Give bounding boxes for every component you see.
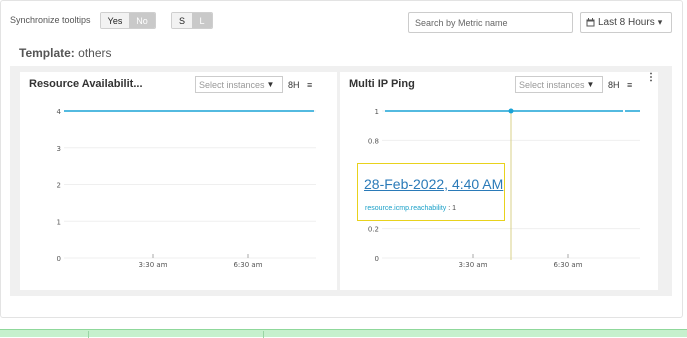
metric-search-input[interactable] <box>408 12 573 33</box>
tooltip-metric-name: resource.icmp.reachability <box>365 205 447 212</box>
size-toggle[interactable]: S L <box>171 12 213 29</box>
calendar-icon <box>586 18 595 27</box>
hover-point <box>508 108 514 114</box>
x-tick-label: 6:30 am <box>553 261 582 269</box>
x-tick-label: 3:30 am <box>138 261 167 269</box>
tooltip-metric: resource.icmp.reachability : 1 <box>365 205 456 212</box>
time-range-label: Last 8 Hours <box>598 17 655 28</box>
tooltip-date: 28-Feb-2022, 4:40 AM <box>364 176 504 192</box>
y-tick-label: 1 <box>375 108 379 116</box>
y-tick-label: 0 <box>375 255 379 263</box>
panel-resource-availability: Resource Availabilit... Select instances… <box>20 72 337 290</box>
y-tick-label: 3 <box>57 145 61 153</box>
template-title: Template: others <box>19 46 112 60</box>
sync-tooltips-label: Synchronize tooltips <box>10 15 91 25</box>
x-tick-label: 3:30 am <box>458 261 487 269</box>
y-tick-label: 4 <box>57 108 62 116</box>
template-name: others <box>78 46 112 60</box>
sync-no-option[interactable]: No <box>128 13 155 28</box>
chart-tooltip: 28-Feb-2022, 4:40 AM resource.icmp.reach… <box>357 163 505 221</box>
tooltip-metric-value: : 1 <box>446 205 457 212</box>
y-tick-label: 0.2 <box>368 226 379 234</box>
sync-yes-option[interactable]: Yes <box>101 13 129 28</box>
x-tick-label: 6:30 am <box>233 261 262 269</box>
y-tick-label: 1 <box>57 218 61 226</box>
time-range-dropdown[interactable]: Last 8 Hours ▾ <box>580 12 672 33</box>
template-label: Template: <box>19 46 75 60</box>
bottom-status-bar <box>0 329 687 338</box>
chart-resource-availability: 0 1 2 3 4 3:30 am 6:30 am <box>57 108 316 269</box>
y-tick-label: 0 <box>57 255 61 263</box>
chevron-down-icon: ▾ <box>657 17 663 27</box>
y-tick-label: 2 <box>57 182 61 190</box>
size-s-option[interactable]: S <box>172 13 192 28</box>
sync-tooltips-toggle[interactable]: Yes No <box>100 12 156 29</box>
y-tick-label: 0.8 <box>368 137 379 145</box>
size-l-option[interactable]: L <box>192 13 212 28</box>
